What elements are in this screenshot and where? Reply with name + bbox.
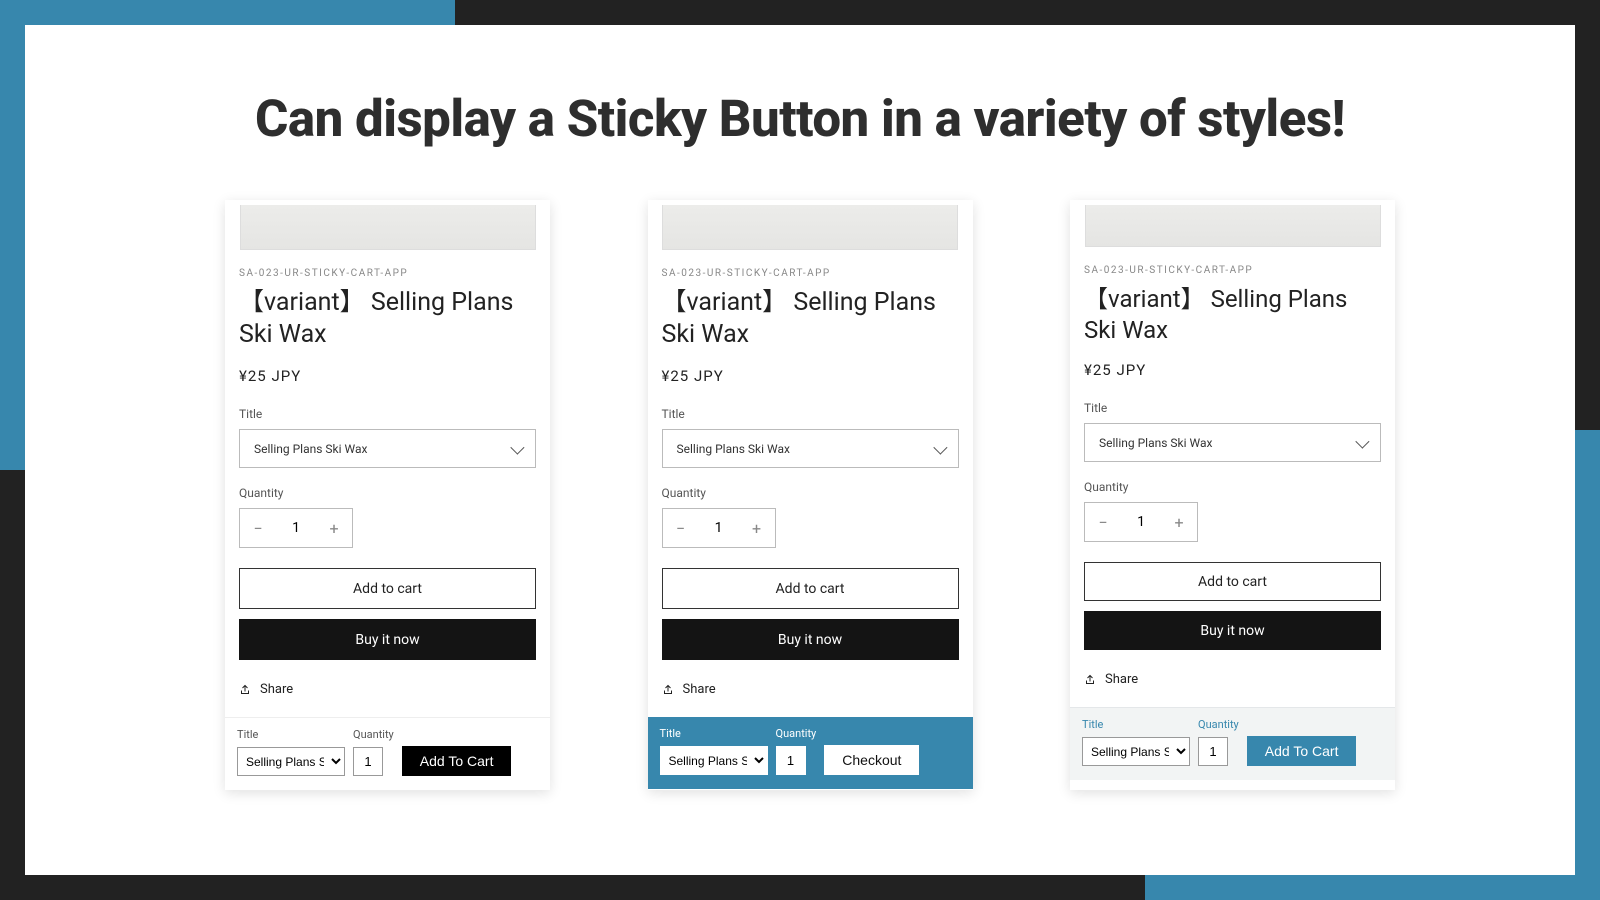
chevron-down-icon [1355,434,1369,448]
sticky-variant-select[interactable]: Selling Plans Ski … [660,746,768,775]
sticky-quantity-label: Quantity [1198,718,1239,731]
sticky-bar: Title Selling Plans Ski … Quantity Add T… [1070,707,1395,780]
quantity-value: 1 [699,520,739,536]
variant-selected-value: Selling Plans Ski Wax [254,442,367,456]
variant-selected-value: Selling Plans Ski Wax [677,442,790,456]
slide-canvas: Can display a Sticky Button in a variety… [25,25,1575,875]
sticky-bar: Title Selling Plans Ski … Quantity Check… [648,717,973,789]
share-label: Share [260,682,293,697]
share-icon [239,684,251,696]
quantity-increment[interactable]: + [316,519,352,538]
quantity-decrement[interactable]: − [1085,513,1121,532]
variant-select[interactable]: Selling Plans Ski Wax [662,429,959,468]
quantity-stepper[interactable]: − 1 + [239,508,353,548]
product-card: SA-023-UR-STICKY-CART-APP 【variant】 Sell… [225,200,550,790]
marketing-slide: Can display a Sticky Button in a variety… [0,0,1600,900]
sticky-action-button[interactable]: Add To Cart [402,746,512,776]
variant-select[interactable]: Selling Plans Ski Wax [1084,423,1381,462]
sticky-title-label: Title [1082,718,1190,731]
quantity-increment[interactable]: + [1161,513,1197,532]
product-price: ¥25 JPY [662,367,959,385]
vendor-name: SA-023-UR-STICKY-CART-APP [239,268,536,279]
share-icon [1084,674,1096,686]
share-button[interactable]: Share [662,682,959,697]
sticky-quantity-input[interactable] [776,746,806,775]
product-title: 【variant】 Selling Plans Ski Wax [239,287,536,351]
quantity-decrement[interactable]: − [240,519,276,538]
product-title: 【variant】 Selling Plans Ski Wax [1084,284,1381,345]
chevron-down-icon [933,440,947,454]
sticky-title-label: Title [660,727,768,740]
vendor-name: SA-023-UR-STICKY-CART-APP [662,268,959,279]
product-price: ¥25 JPY [1084,361,1381,379]
product-image-placeholder [1085,205,1381,247]
slide-headline: Can display a Sticky Button in a variety… [25,90,1575,149]
variant-select[interactable]: Selling Plans Ski Wax [239,429,536,468]
quantity-label: Quantity [1084,480,1381,494]
sticky-bar: Title Selling Plans Ski … Quantity Add T… [225,717,550,790]
quantity-increment[interactable]: + [739,519,775,538]
sticky-quantity-input[interactable] [1198,737,1228,766]
share-icon [662,684,674,696]
quantity-label: Quantity [239,486,536,500]
product-card: SA-023-UR-STICKY-CART-APP 【variant】 Sell… [648,200,973,790]
variant-label: Title [239,407,536,421]
buy-it-now-button[interactable]: Buy it now [1084,611,1381,650]
share-button[interactable]: Share [1084,672,1381,687]
quantity-value: 1 [1121,514,1161,530]
sticky-variant-select[interactable]: Selling Plans Ski … [237,747,345,776]
buy-it-now-button[interactable]: Buy it now [239,619,536,660]
buy-it-now-button[interactable]: Buy it now [662,619,959,660]
sticky-quantity-label: Quantity [776,727,817,740]
add-to-cart-button[interactable]: Add to cart [239,568,536,609]
chevron-down-icon [510,440,524,454]
sticky-action-button[interactable]: Checkout [824,745,919,775]
sticky-quantity-label: Quantity [353,728,394,741]
quantity-stepper[interactable]: − 1 + [662,508,776,548]
add-to-cart-button[interactable]: Add to cart [1084,562,1381,601]
sticky-title-label: Title [237,728,345,741]
share-button[interactable]: Share [239,682,536,697]
product-card-row: SA-023-UR-STICKY-CART-APP 【variant】 Sell… [225,200,1395,790]
product-image-placeholder [662,205,958,250]
add-to-cart-button[interactable]: Add to cart [662,568,959,609]
vendor-name: SA-023-UR-STICKY-CART-APP [1084,265,1381,276]
variant-label: Title [662,407,959,421]
share-label: Share [683,682,716,697]
share-label: Share [1105,672,1138,687]
sticky-variant-select[interactable]: Selling Plans Ski … [1082,737,1190,766]
variant-selected-value: Selling Plans Ski Wax [1099,436,1212,450]
product-price: ¥25 JPY [239,367,536,385]
product-card: SA-023-UR-STICKY-CART-APP 【variant】 Sell… [1070,200,1395,790]
quantity-stepper[interactable]: − 1 + [1084,502,1198,542]
quantity-value: 1 [276,520,316,536]
variant-label: Title [1084,401,1381,415]
product-title: 【variant】 Selling Plans Ski Wax [662,287,959,351]
sticky-quantity-input[interactable] [353,747,383,776]
product-image-placeholder [240,205,536,250]
quantity-decrement[interactable]: − [663,519,699,538]
sticky-action-button[interactable]: Add To Cart [1247,736,1357,766]
quantity-label: Quantity [662,486,959,500]
